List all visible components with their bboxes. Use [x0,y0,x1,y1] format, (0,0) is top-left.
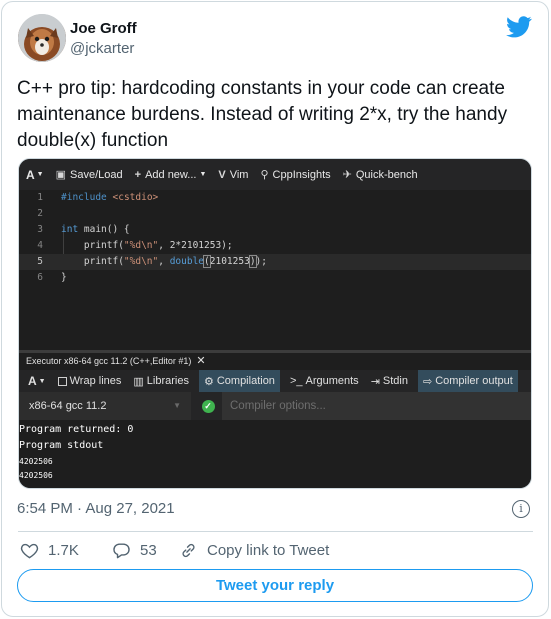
tweet-text-line: maintenance burdens. Instead of writing … [17,104,508,125]
code-line: 6 } [19,270,531,286]
stdin-tab[interactable]: ⇥ Stdin [369,370,410,392]
compiler-output-tab[interactable]: ⇨ Compiler output [417,370,518,392]
quick-bench-button[interactable]: ✈ Quick-bench [342,168,418,182]
compilation-label: Compilation [216,375,275,387]
copy-link-label: Copy link to Tweet [207,541,330,559]
add-new-button[interactable]: + Add new... ▼ [135,169,207,181]
search-icon: ⚲ [260,169,269,181]
twitter-bird-icon [506,16,532,38]
code-line: 1 #include <cstdio> [19,190,531,206]
sign-in-icon: ⇥ [370,375,380,388]
tweet-timestamp[interactable]: 6:54 PM · Aug 27, 2021 [17,500,175,517]
vim-icon: V [218,168,226,181]
chevron-down-icon: ▼ [38,377,46,385]
code-text: int main() { [61,224,130,235]
book-icon: ▥ [133,375,144,388]
avatar[interactable] [18,14,66,62]
heart-icon [20,543,39,558]
font-size-button[interactable]: A ▼ [26,370,48,392]
tweet-actions: 1.7K 53 Copy link to Tweet [20,539,329,561]
line-number: 2 [37,208,43,219]
arguments-tab[interactable]: >_ Arguments [288,370,361,392]
compiler-select-value: x86-64 gcc 11.2 [29,400,107,412]
cppinsights-button[interactable]: ⚲ CppInsights [260,168,331,182]
chevron-down-icon: ▼ [173,401,181,410]
tweet-text-line: double(x) function [17,130,169,151]
divider [18,531,533,532]
tweet-your-reply-button[interactable]: Tweet your reply [17,569,533,602]
sign-out-icon: ⇨ [422,375,433,388]
close-icon[interactable]: ✕ [196,355,205,367]
executor-toolbar: A ▼ Wrap lines ▥ Libraries ⚙ Compilation >_… [19,370,531,392]
code-editor[interactable]: 1 #include <cstdio> 2 3 int main() { 4 p… [19,190,531,350]
libraries-button[interactable]: ▥ Libraries [131,370,191,392]
vim-label: Vim [229,168,249,181]
output-line: 4202506 [19,471,53,480]
add-new-label: Add new... [145,168,197,181]
code-line: 4 printf("%d\n", 2*2101253); [19,238,531,254]
vim-button[interactable]: V Vim [218,169,248,181]
tweet-text: C++ pro tip: hardcoding constants in you… [17,76,537,154]
compilation-tab[interactable]: ⚙ Compilation [198,370,280,392]
arguments-label: Arguments [305,375,359,387]
cppinsights-label: CppInsights [272,168,331,181]
chevron-down-icon: ▼ [199,171,207,178]
executor-title: Executor x86-64 gcc 11.2 (C++,Editor #1) [26,356,192,366]
program-output: Program returned: 0 Program stdout 42025… [19,420,531,488]
reply-count: 53 [140,541,157,559]
wrap-lines-label: Wrap lines [69,375,122,387]
code-line-active: 5 printf("%d\n", double(2101253)); [19,254,531,270]
line-number: 6 [37,272,43,283]
tweet-text-line: C++ pro tip: hardcoding constants in you… [17,78,505,99]
reply-icon [113,542,130,558]
save-load-label: Save/Load [70,168,123,181]
code-text: printf("%d\n", 2*2101253); [61,240,233,251]
compiler-output-label: Compiler output [435,375,513,387]
check-icon: ✓ [201,399,215,413]
save-icon: ▣ [55,169,67,181]
copy-link-button[interactable]: Copy link to Tweet [179,541,329,560]
output-line: Program stdout [19,440,104,451]
line-number: 4 [37,240,43,251]
wrap-lines-checkbox[interactable]: Wrap lines [56,370,124,392]
output-line: 4202506 [19,457,53,466]
line-number: 5 [37,256,43,267]
checkbox-icon [57,376,67,386]
font-size-label: A [28,374,37,388]
link-icon [182,543,195,557]
like-button[interactable]: 1.7K [20,541,112,560]
compile-status[interactable]: ✓ [195,392,221,420]
stdin-label: Stdin [382,375,408,387]
reply-button[interactable]: 53 [112,541,179,560]
executor-tab[interactable]: Executor x86-64 gcc 11.2 (C++,Editor #1)… [19,353,531,370]
compiler-select[interactable]: x86-64 gcc 11.2 ▼ [19,392,191,420]
compiler-options-input[interactable]: Compiler options... [222,392,531,420]
code-line: 3 int main() { [19,222,531,238]
code-text: #include <cstdio> [61,192,159,203]
like-count: 1.7K [48,541,79,559]
code-text: } [61,272,67,283]
font-size-button[interactable]: A ▼ [26,168,44,182]
chevron-down-icon: ▼ [36,171,44,178]
gear-icon: ⚙ [203,375,214,388]
compiler-row: x86-64 gcc 11.2 ▼ ✓ Compiler options... [19,392,531,420]
output-line: Program returned: 0 [19,424,134,435]
font-size-label: A [26,167,35,182]
author-name[interactable]: Joe Groff [70,20,137,37]
libraries-label: Libraries [146,375,189,387]
info-icon[interactable]: i [512,500,530,518]
code-line: 2 [19,206,531,222]
save-load-button[interactable]: ▣ Save/Load [55,168,123,182]
line-number: 1 [37,192,43,203]
code-text: printf("%d\n", double(2101253)); [61,255,267,268]
terminal-icon: >_ [289,375,303,387]
editor-toolbar: A ▼ ▣ Save/Load + Add new... ▼ V Vim ⚲ CppInsi… [19,159,531,190]
author-handle[interactable]: @jckarter [70,40,134,57]
pin-icon: ✈ [342,169,352,181]
compiler-explorer-screenshot[interactable]: A ▼ ▣ Save/Load + Add new... ▼ V Vim ⚲ CppInsi… [18,158,532,489]
line-number: 3 [37,224,43,235]
quick-bench-label: Quick-bench [355,168,418,181]
plus-icon: + [134,168,142,181]
